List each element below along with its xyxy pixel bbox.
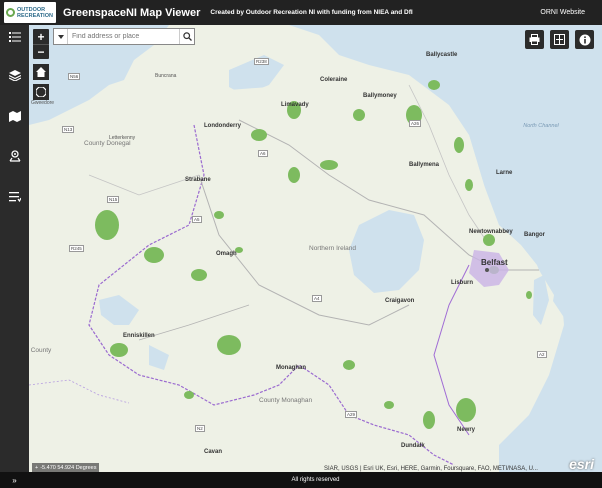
place-omagh: Omagh xyxy=(216,251,237,257)
layers-button[interactable] xyxy=(6,66,24,84)
place-coleraine: Coleraine xyxy=(320,77,348,83)
region-county-monaghan: County Monaghan xyxy=(259,397,313,404)
place-newry: Newry xyxy=(457,427,476,433)
road-a29: A29 xyxy=(345,411,358,418)
legend-button[interactable] xyxy=(6,28,24,46)
place-strabane: Strabane xyxy=(185,177,211,183)
place-craigavon: Craigavon xyxy=(385,298,415,304)
rights-text: All rights reserved xyxy=(291,477,340,483)
place-limavady: Limavady xyxy=(281,102,309,108)
place-cavan: Cavan xyxy=(204,449,223,455)
coordinate-readout[interactable]: + -5.470 54.924 Degrees xyxy=(32,463,100,472)
search-input[interactable] xyxy=(68,33,179,40)
orni-website-link[interactable]: ORNI Website xyxy=(540,9,585,16)
place-newtownabbey: Newtownabbey xyxy=(469,229,513,235)
map-viewer-app: OUTDOOR RECREATION GreenspaceNI Map View… xyxy=(0,0,602,488)
place-dundalk: Dundalk xyxy=(401,443,425,449)
about-button[interactable] xyxy=(575,30,594,49)
search-icon xyxy=(182,32,192,41)
place-ballycastle: Ballycastle xyxy=(426,52,458,58)
place-gweedore: Gweedore xyxy=(31,100,55,106)
list-icon xyxy=(9,32,21,42)
logo-mark-icon xyxy=(6,8,15,17)
road-n13: N13 xyxy=(62,126,75,133)
zoom-in-button[interactable]: + xyxy=(33,29,49,44)
place-bangor: Bangor xyxy=(524,232,545,238)
road-n56: N56 xyxy=(68,73,81,80)
road-a2: A2 xyxy=(537,351,547,358)
road-a6: A6 xyxy=(258,150,268,157)
region-county-left: County xyxy=(30,347,52,354)
logo-text-line2: RECREATION xyxy=(17,12,53,19)
basemap-button[interactable] xyxy=(6,107,24,125)
print-icon xyxy=(529,34,540,45)
region-county-donegal: County Donegal xyxy=(84,140,131,147)
print-button[interactable] xyxy=(525,30,544,49)
esri-logo: esri xyxy=(569,456,594,472)
info-icon xyxy=(579,34,590,45)
locate-icon xyxy=(36,87,46,97)
locate-button[interactable] xyxy=(33,84,49,100)
map-view[interactable]: Buncrana Gweedore Coleraine Ballymoney L… xyxy=(29,25,602,488)
place-larne: Larne xyxy=(496,170,513,176)
place-lisburn: Lisburn xyxy=(451,280,473,286)
home-icon xyxy=(36,67,46,77)
road-a4: A4 xyxy=(312,295,322,302)
sidebar: » xyxy=(0,25,29,488)
road-r238: R238 xyxy=(254,58,269,65)
road-r245: R245 xyxy=(69,245,84,252)
app-subtitle: Created by Outdoor Recreation NI with fu… xyxy=(210,9,413,16)
place-buncrana: Buncrana xyxy=(155,73,177,79)
details-button[interactable] xyxy=(6,188,24,206)
measure-icon xyxy=(554,34,565,45)
place-ballymena: Ballymena xyxy=(409,162,440,168)
rights-bar: All rights reserved xyxy=(29,472,602,488)
road-n2: N2 xyxy=(195,425,205,432)
app-title: GreenspaceNI Map Viewer xyxy=(63,6,201,19)
orni-logo[interactable]: OUTDOOR RECREATION xyxy=(4,2,56,23)
search-button[interactable] xyxy=(179,29,194,44)
caret-down-icon xyxy=(57,34,64,39)
basemap-icon xyxy=(9,111,21,122)
home-button[interactable] xyxy=(33,64,49,80)
place-belfast: Belfast xyxy=(481,258,508,267)
coordinate-icon: + xyxy=(35,464,39,471)
search-widget xyxy=(53,28,195,45)
road-a26: A26 xyxy=(409,120,422,127)
app-header: OUTDOOR RECREATION GreenspaceNI Map View… xyxy=(0,0,602,25)
road-n15: N15 xyxy=(107,196,120,203)
zoom-control: + − xyxy=(33,29,49,59)
measure-button[interactable] xyxy=(550,30,569,49)
city-dot-belfast xyxy=(485,268,489,272)
expand-sidebar-button[interactable]: » xyxy=(0,472,29,488)
coordinate-text: -5.470 54.924 Degrees xyxy=(40,464,97,471)
road-a5: A5 xyxy=(192,216,202,223)
place-ballymoney: Ballymoney xyxy=(363,93,397,99)
search-source-dropdown[interactable] xyxy=(54,29,68,44)
sea-north-channel: North Channel xyxy=(523,123,559,129)
place-monaghan: Monaghan xyxy=(276,365,306,371)
place-londonderry: Londonderry xyxy=(204,123,241,129)
share-button[interactable] xyxy=(6,147,24,165)
share-icon xyxy=(9,150,21,162)
layers-icon xyxy=(9,70,21,81)
place-enniskillen: Enniskillen xyxy=(123,333,155,339)
basemap-layer xyxy=(29,25,602,488)
region-northern-ireland: Northern Ireland xyxy=(309,245,356,252)
details-icon xyxy=(9,192,21,203)
zoom-out-button[interactable]: − xyxy=(33,44,49,59)
